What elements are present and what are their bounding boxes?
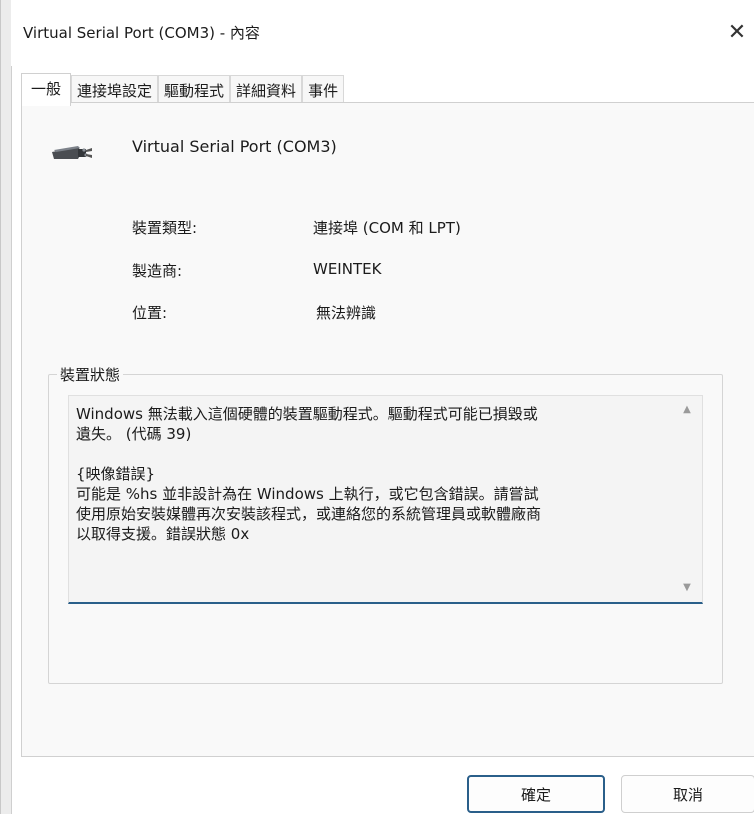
device-status-legend: 裝置狀態 [57, 364, 124, 385]
tab-port-settings[interactable]: 連接埠設定 [71, 75, 159, 105]
device-status-text: Windows 無法載入這個硬體的裝置驅動程式。驅動程式可能已損毀或 遺失。 (… [76, 405, 542, 543]
tab-bar: 一般 連接埠設定 驅動程式 詳細資料 事件 [21, 73, 345, 106]
tab-driver[interactable]: 驅動程式 [158, 75, 231, 105]
ok-button[interactable]: 確定 [467, 775, 605, 813]
manufacturer-value: WEINTEK [313, 260, 382, 278]
serial-port-icon [52, 146, 92, 159]
manufacturer-label: 製造商: [132, 262, 183, 280]
location-label: 位置: [132, 304, 168, 322]
scroll-up-arrow-icon[interactable]: ▲ [680, 404, 694, 416]
tab-events[interactable]: 事件 [302, 75, 345, 105]
window-edge [1, 0, 12, 814]
title-bar: Virtual Serial Port (COM3) - 內容 ✕ [11, 0, 754, 66]
tab-details[interactable]: 詳細資料 [230, 75, 303, 105]
properties-dialog: Virtual Serial Port (COM3) - 內容 ✕ 一般 連接埠… [0, 0, 754, 814]
location-value: 無法辨識 [316, 304, 377, 322]
close-icon: ✕ [727, 19, 747, 45]
tab-general[interactable]: 一般 [21, 73, 72, 106]
device-type-label: 裝置類型: [132, 219, 198, 237]
close-button[interactable]: ✕ [720, 12, 754, 52]
general-tab-panel: Virtual Serial Port (COM3) 裝置類型: 連接埠 (CO… [21, 102, 754, 757]
device-status-group: 裝置狀態 Windows 無法載入這個硬體的裝置驅動程式。驅動程式可能已損毀或 … [48, 364, 723, 684]
scroll-down-arrow-icon[interactable]: ▼ [680, 582, 694, 594]
device-name: Virtual Serial Port (COM3) [132, 137, 337, 156]
cancel-button[interactable]: 取消 [621, 775, 754, 813]
device-status-textbox[interactable]: Windows 無法載入這個硬體的裝置驅動程式。驅動程式可能已損毀或 遺失。 (… [68, 395, 703, 604]
window-title: Virtual Serial Port (COM3) - 內容 [23, 24, 260, 42]
device-type-value: 連接埠 (COM 和 LPT) [313, 219, 461, 237]
